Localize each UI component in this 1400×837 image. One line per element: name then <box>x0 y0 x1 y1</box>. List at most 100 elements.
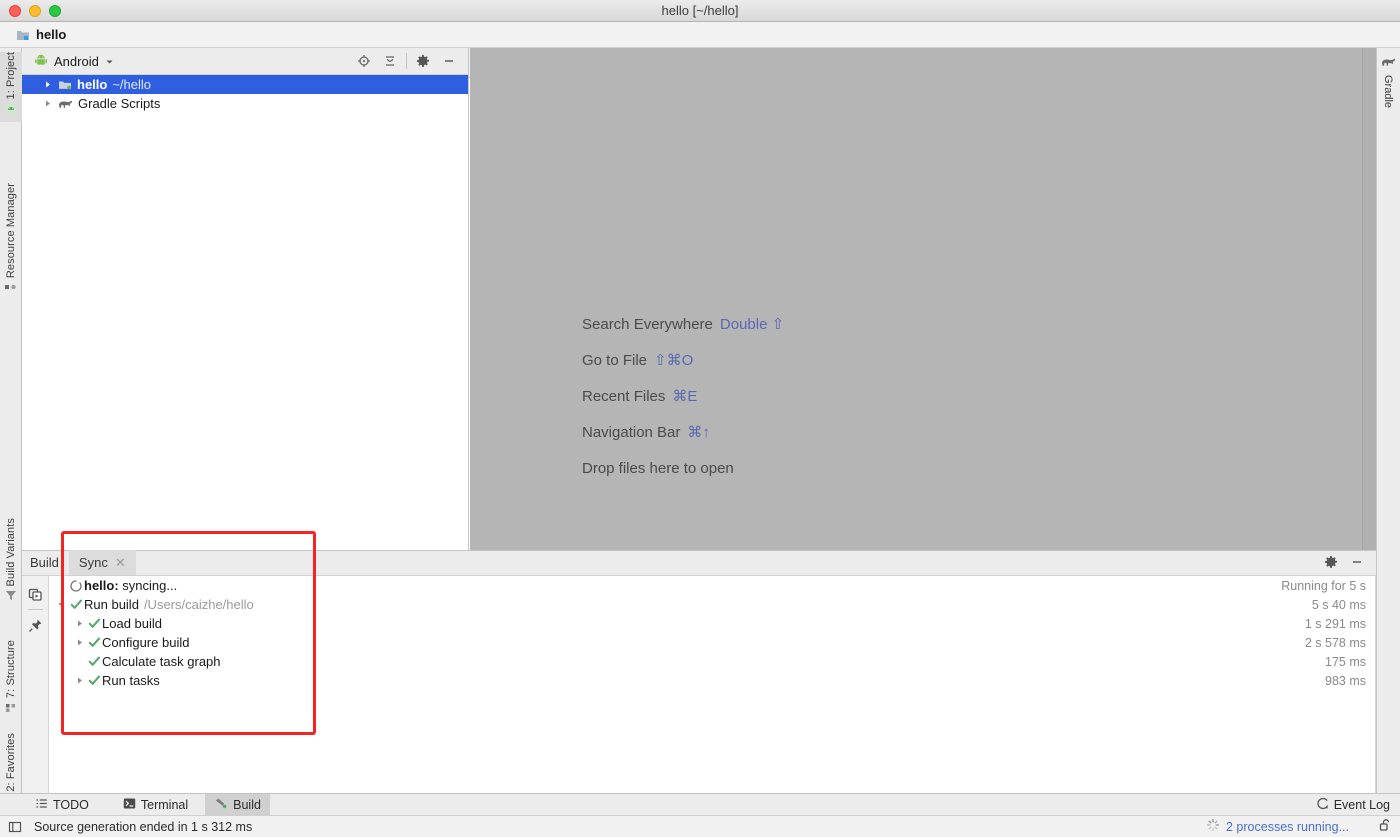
pin-tab-icon[interactable] <box>22 613 49 637</box>
event-log-label: Event Log <box>1333 797 1390 812</box>
sidebar-item-label: 7: Structure <box>5 640 17 699</box>
collapsed-arrow-icon[interactable] <box>73 619 86 628</box>
processes-running-label[interactable]: 2 processes running... <box>1226 820 1349 834</box>
restart-sync-icon[interactable] <box>22 582 49 606</box>
todo-list-icon <box>35 797 48 813</box>
collapsed-arrow-icon[interactable] <box>42 99 53 108</box>
tip-label: Recent Files <box>582 387 666 405</box>
sync-row[interactable]: Run build /Users/caizhe/hello 5 s 40 ms <box>49 595 1376 614</box>
window-titlebar: hello [~/hello] <box>0 0 1400 22</box>
sidebar-item-label: 2: Favorites <box>5 733 17 792</box>
tab-build[interactable]: Build <box>205 793 270 816</box>
close-icon[interactable]: ✕ <box>115 555 126 571</box>
sync-row-label: hello: syncing... <box>84 578 178 593</box>
tab-todo[interactable]: TODO <box>26 794 98 816</box>
sync-row[interactable]: Run tasks 983 ms <box>49 671 1376 690</box>
expanded-arrow-icon[interactable] <box>55 600 68 609</box>
sync-row[interactable]: Configure build 2 s 578 ms <box>49 633 1376 652</box>
status-message: Source generation ended in 1 s 312 ms <box>34 819 253 834</box>
sync-row-duration: Running for 5 s <box>1281 578 1366 593</box>
sidebar-item-label: Build Variants <box>5 518 17 587</box>
sync-row-duration: 175 ms <box>1325 654 1366 669</box>
module-folder-icon <box>58 78 72 92</box>
sidebar-item-project[interactable]: 1: Project <box>0 52 22 123</box>
check-icon <box>68 598 84 611</box>
tab-build-label: Build <box>233 797 261 812</box>
sidebar-item-gradle[interactable]: Gradle <box>1376 56 1400 108</box>
tip-shortcut: ⌘↑ <box>687 424 710 441</box>
sync-row-label: Run tasks <box>102 673 160 688</box>
check-icon <box>86 636 102 649</box>
navigation-bar: hello <box>0 22 1400 48</box>
collapse-all-icon[interactable] <box>377 48 403 75</box>
tree-row[interactable]: Gradle Scripts <box>22 94 468 113</box>
tree-item-label: hello <box>77 77 108 92</box>
build-panel-title: Build <box>22 550 69 575</box>
build-panel-side-actions <box>22 576 49 793</box>
collapsed-arrow-icon[interactable] <box>73 638 86 647</box>
tip-label: Navigation Bar <box>582 423 681 441</box>
tree-row[interactable]: hello ~/hello <box>22 75 468 94</box>
settings-gear-icon[interactable] <box>1318 548 1344 575</box>
sync-row[interactable]: Calculate task graph 175 ms <box>49 652 1376 671</box>
tip-shortcut: Double ⇧ <box>719 316 785 333</box>
hide-minimize-icon[interactable] <box>436 48 462 75</box>
left-tool-strip: 1: Project Resource Manager Build Varian… <box>0 48 22 807</box>
build-panel-tabbar: Build Sync ✕ <box>22 548 1376 576</box>
event-log-button[interactable]: Event Log <box>1316 797 1400 813</box>
android-head-icon <box>34 53 48 70</box>
sync-row-duration: 983 ms <box>1325 673 1366 688</box>
module-folder-icon <box>16 28 30 42</box>
sync-row-duration: 2 s 578 ms <box>1304 635 1366 650</box>
tree-item-label: Gradle Scripts <box>78 96 161 111</box>
project-panel-header: Android <box>22 48 468 75</box>
build-hammer-icon <box>214 797 228 813</box>
tip-label: Search Everywhere <box>582 315 713 333</box>
tab-todo-label: TODO <box>53 797 89 812</box>
check-icon <box>86 674 102 687</box>
editor-scrollbar[interactable] <box>1362 48 1376 550</box>
project-tree: hello ~/hello Gradle Scripts <box>22 75 468 113</box>
sync-row[interactable]: Load build 1 s 291 ms <box>49 614 1376 633</box>
lock-open-icon[interactable] <box>1379 818 1392 835</box>
settings-gear-icon[interactable] <box>410 48 436 75</box>
collapsed-arrow-icon[interactable] <box>42 80 53 89</box>
sidebar-item-build-variants[interactable]: Build Variants <box>0 518 22 607</box>
tab-terminal[interactable]: Terminal <box>114 794 197 816</box>
tip-recent-files: Recent Files ⌘E <box>582 378 784 414</box>
sync-row-subtext: /Users/caizhe/hello <box>143 597 254 612</box>
project-panel-actions <box>351 48 468 75</box>
editor-empty-area[interactable]: Search Everywhere Double ⇧ Go to File ⇧⌘… <box>470 48 1376 550</box>
hide-minimize-icon[interactable] <box>1344 548 1370 575</box>
sync-row-label: Load build <box>102 616 162 631</box>
locate-icon[interactable] <box>351 48 377 75</box>
project-view-selector[interactable]: Android <box>34 53 114 70</box>
build-tool-window: Build Sync ✕ hello: syncing... Running f… <box>22 548 1376 793</box>
sync-row[interactable]: hello: syncing... Running for 5 s <box>49 576 1376 595</box>
tab-terminal-label: Terminal <box>140 797 189 812</box>
project-tool-window: Android hello ~/hello Gradle Scripts <box>22 48 469 550</box>
build-panel-title-label: Build <box>30 555 59 570</box>
panel-gutter <box>1375 576 1376 793</box>
sidebar-item-resource-manager[interactable]: Resource Manager <box>0 183 22 299</box>
status-bar-right: 2 processes running... <box>1206 818 1400 835</box>
event-log-icon <box>1316 797 1329 813</box>
gradle-elephant-icon <box>1381 56 1396 71</box>
sidebar-item-label: 1: Project <box>5 52 17 100</box>
sidebar-item-label: Gradle <box>1382 75 1394 109</box>
collapsed-arrow-icon[interactable] <box>73 676 86 685</box>
breadcrumb[interactable]: hello <box>36 27 66 42</box>
toggle-sidebar-icon[interactable] <box>8 820 22 834</box>
sidebar-item-structure[interactable]: 7: Structure <box>0 640 22 719</box>
build-variants-icon <box>4 589 18 604</box>
spinner-icon <box>68 579 84 592</box>
terminal-icon <box>123 797 136 813</box>
tip-label: Drop files here to open <box>582 459 734 477</box>
android-icon <box>4 102 18 119</box>
tip-drop-files: Drop files here to open <box>582 450 784 486</box>
tip-go-to-file: Go to File ⇧⌘O <box>582 342 784 378</box>
tip-label: Go to File <box>582 351 648 369</box>
check-icon <box>86 655 102 668</box>
tab-sync-label: Sync <box>78 555 108 570</box>
tab-sync[interactable]: Sync ✕ <box>68 550 136 575</box>
